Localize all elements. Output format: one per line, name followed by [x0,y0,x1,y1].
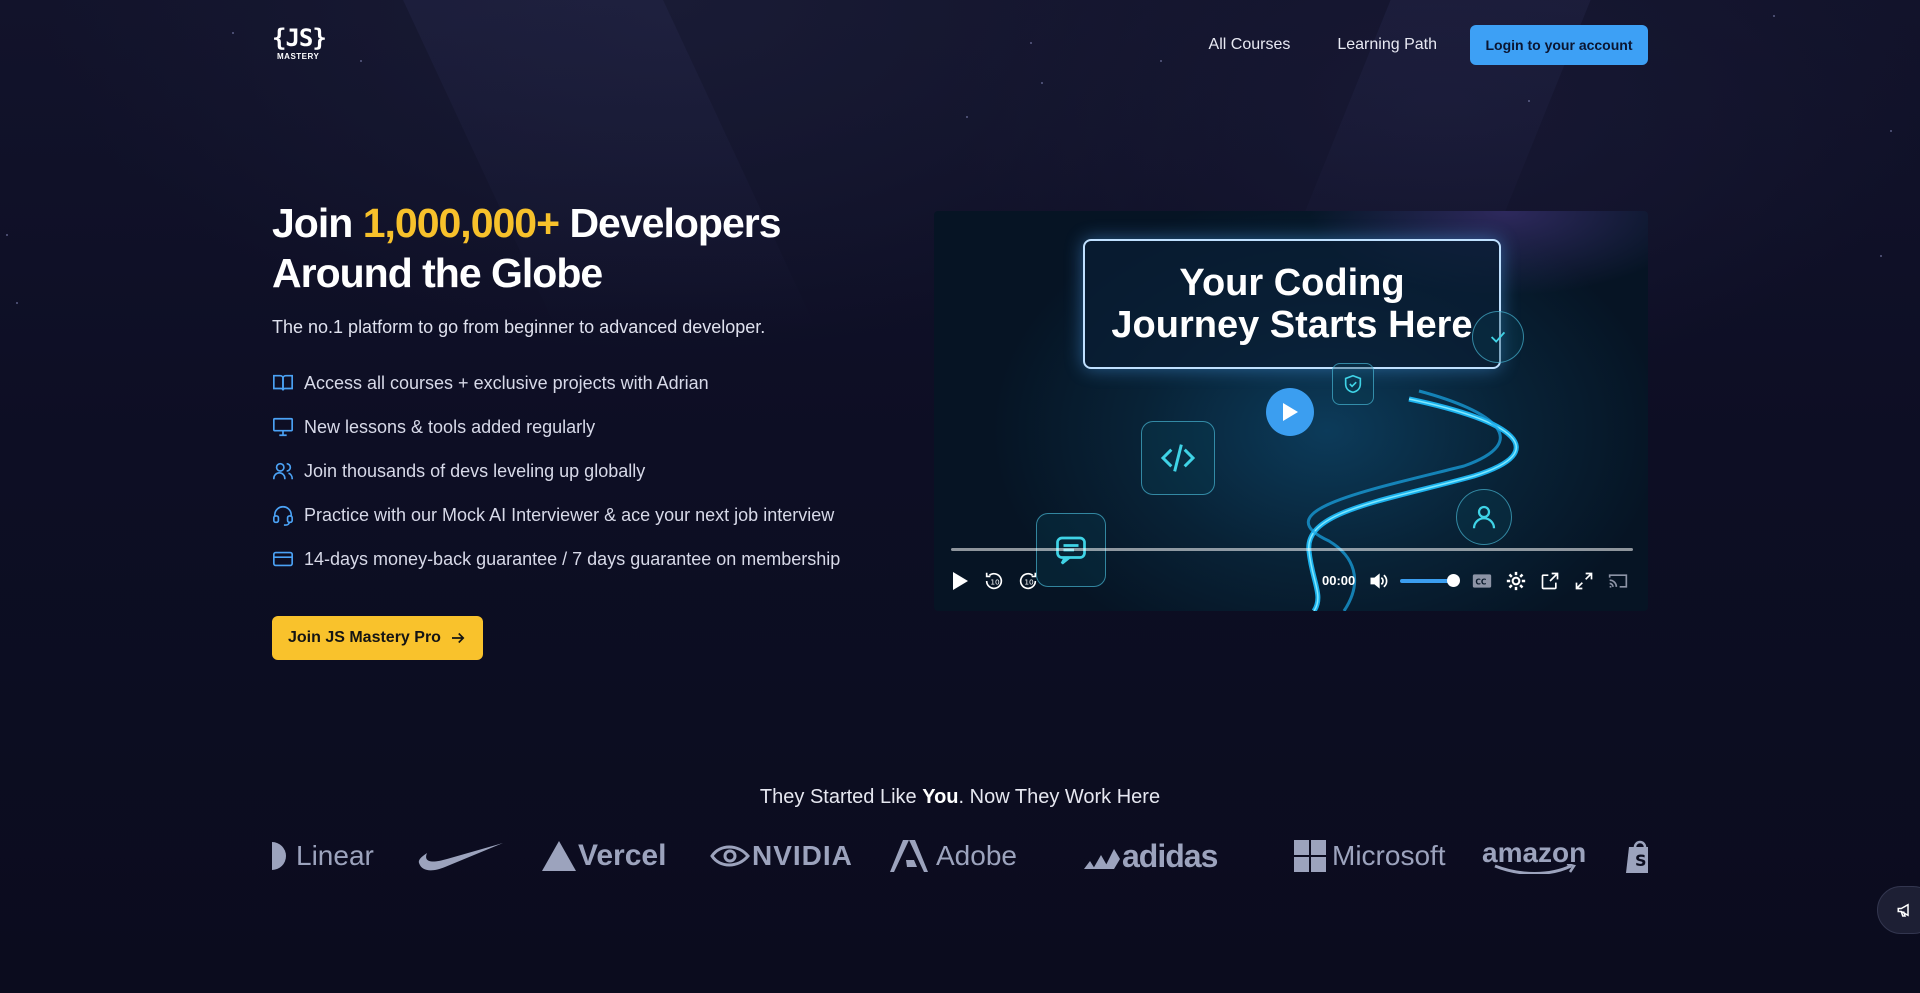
microsoft-logo: Microsoft [1294,830,1446,882]
feature-item: New lessons & tools added regularly [272,405,892,449]
feature-text: Access all courses + exclusive projects … [304,372,709,393]
linear-logo: Linear [272,830,374,882]
join-pro-button[interactable]: Join JS Mastery Pro [272,616,483,660]
svg-text:CC: CC [1475,577,1487,586]
hero-title-prefix: Join [272,200,353,246]
open-external-icon[interactable] [1536,567,1564,595]
feature-item: Join thousands of devs leveling up globa… [272,449,892,493]
users-icon [272,460,294,482]
video-title-line1: Your Coding [1179,262,1405,304]
code-icon [1141,421,1215,495]
hero-title-line2: Around the Globe [272,250,603,296]
join-pro-label: Join JS Mastery Pro [288,629,441,646]
vercel-logo: Vercel [542,830,666,882]
feedback-button[interactable] [1877,886,1920,934]
fullscreen-icon[interactable] [1570,567,1598,595]
shopify-bag-icon: S [1626,830,1648,882]
logos-band-title-after: . Now They Work Here [958,786,1161,808]
nvidia-logo: NVIDIA [710,830,853,882]
hero-title-suffix: Developers [569,200,781,246]
video-title-card: Your Coding Journey Starts Here [1083,239,1501,369]
user-avatar-icon [1456,489,1512,545]
feature-item: Access all courses + exclusive projects … [272,361,892,405]
feature-text: 14-days money-back guarantee / 7 days gu… [304,548,841,569]
volume-icon[interactable] [1364,567,1392,595]
video-player[interactable]: Your Coding Journey Starts Here 10 10 00… [934,211,1648,611]
forward-10-icon[interactable]: 10 [1014,567,1042,595]
settings-icon[interactable] [1502,567,1530,595]
headset-icon [272,504,294,526]
hero-title: Join 1,000,000+ Developers Around the Gl… [272,198,892,298]
logos-band-title-bold: You [922,786,959,808]
feature-list: Access all courses + exclusive projects … [272,361,892,581]
video-progress-bar[interactable] [951,548,1633,551]
adidas-logo: adidas [1084,830,1218,882]
feature-item: Practice with our Mock AI Interviewer & … [272,493,892,537]
hero-subtitle: The no.1 platform to go from beginner to… [272,317,766,337]
adobe-logo: Adobe [890,830,1017,882]
video-time: 00:00 [1322,573,1356,588]
play-icon[interactable] [946,567,974,595]
logo-wordmark: MASTERY [277,52,320,61]
login-button[interactable]: Login to your account [1470,25,1648,65]
center-play-button[interactable] [1266,388,1314,436]
feature-text: Practice with our Mock AI Interviewer & … [304,504,835,525]
video-controls: 10 10 00:00 CC [934,567,1648,597]
logos-band-title: They Started Like You. Now They Work Her… [0,786,1920,809]
nav-learning-path[interactable]: Learning Path [1337,36,1437,54]
svg-text:10: 10 [990,578,1000,587]
volume-slider-thumb[interactable] [1447,574,1460,587]
cast-icon[interactable] [1604,567,1632,595]
shield-check-icon [1332,363,1374,405]
logo-mark: {JS} [272,24,327,52]
company-logos-strip: Linear Vercel NVIDIA Adobe adidas Micros… [272,830,1648,882]
amazon-logo: amazon [1482,830,1586,882]
svg-text:10: 10 [1024,578,1034,587]
top-nav: All Courses Learning Path Login to your … [1209,25,1648,65]
js-mastery-logo[interactable]: {JS} MASTERY [272,24,328,64]
feature-text: New lessons & tools added regularly [304,416,596,437]
video-title-line2: Journey Starts Here [1111,304,1473,346]
site-header: {JS} MASTERY All Courses Learning Path L… [272,24,1648,66]
nav-all-courses[interactable]: All Courses [1209,36,1291,54]
rewind-10-icon[interactable]: 10 [980,567,1008,595]
monitor-icon [272,416,294,438]
volume-slider[interactable] [1400,579,1454,583]
logos-band-title-before: They Started Like [759,786,917,808]
arrow-right-icon [451,632,465,644]
hero-title-accent: 1,000,000+ [362,200,560,246]
hero-section: Join 1,000,000+ Developers Around the Gl… [272,198,892,660]
book-open-icon [272,372,294,394]
credit-card-icon [272,548,294,570]
svg-text:S: S [1635,851,1647,870]
nike-swoosh-logo [417,830,503,882]
feature-item: 14-days money-back guarantee / 7 days gu… [272,537,892,581]
megaphone-icon [1897,903,1909,917]
play-icon [1283,403,1298,421]
checkmark-badge-icon [1472,311,1524,363]
feature-text: Join thousands of devs leveling up globa… [304,460,646,481]
captions-icon[interactable]: CC [1468,567,1496,595]
